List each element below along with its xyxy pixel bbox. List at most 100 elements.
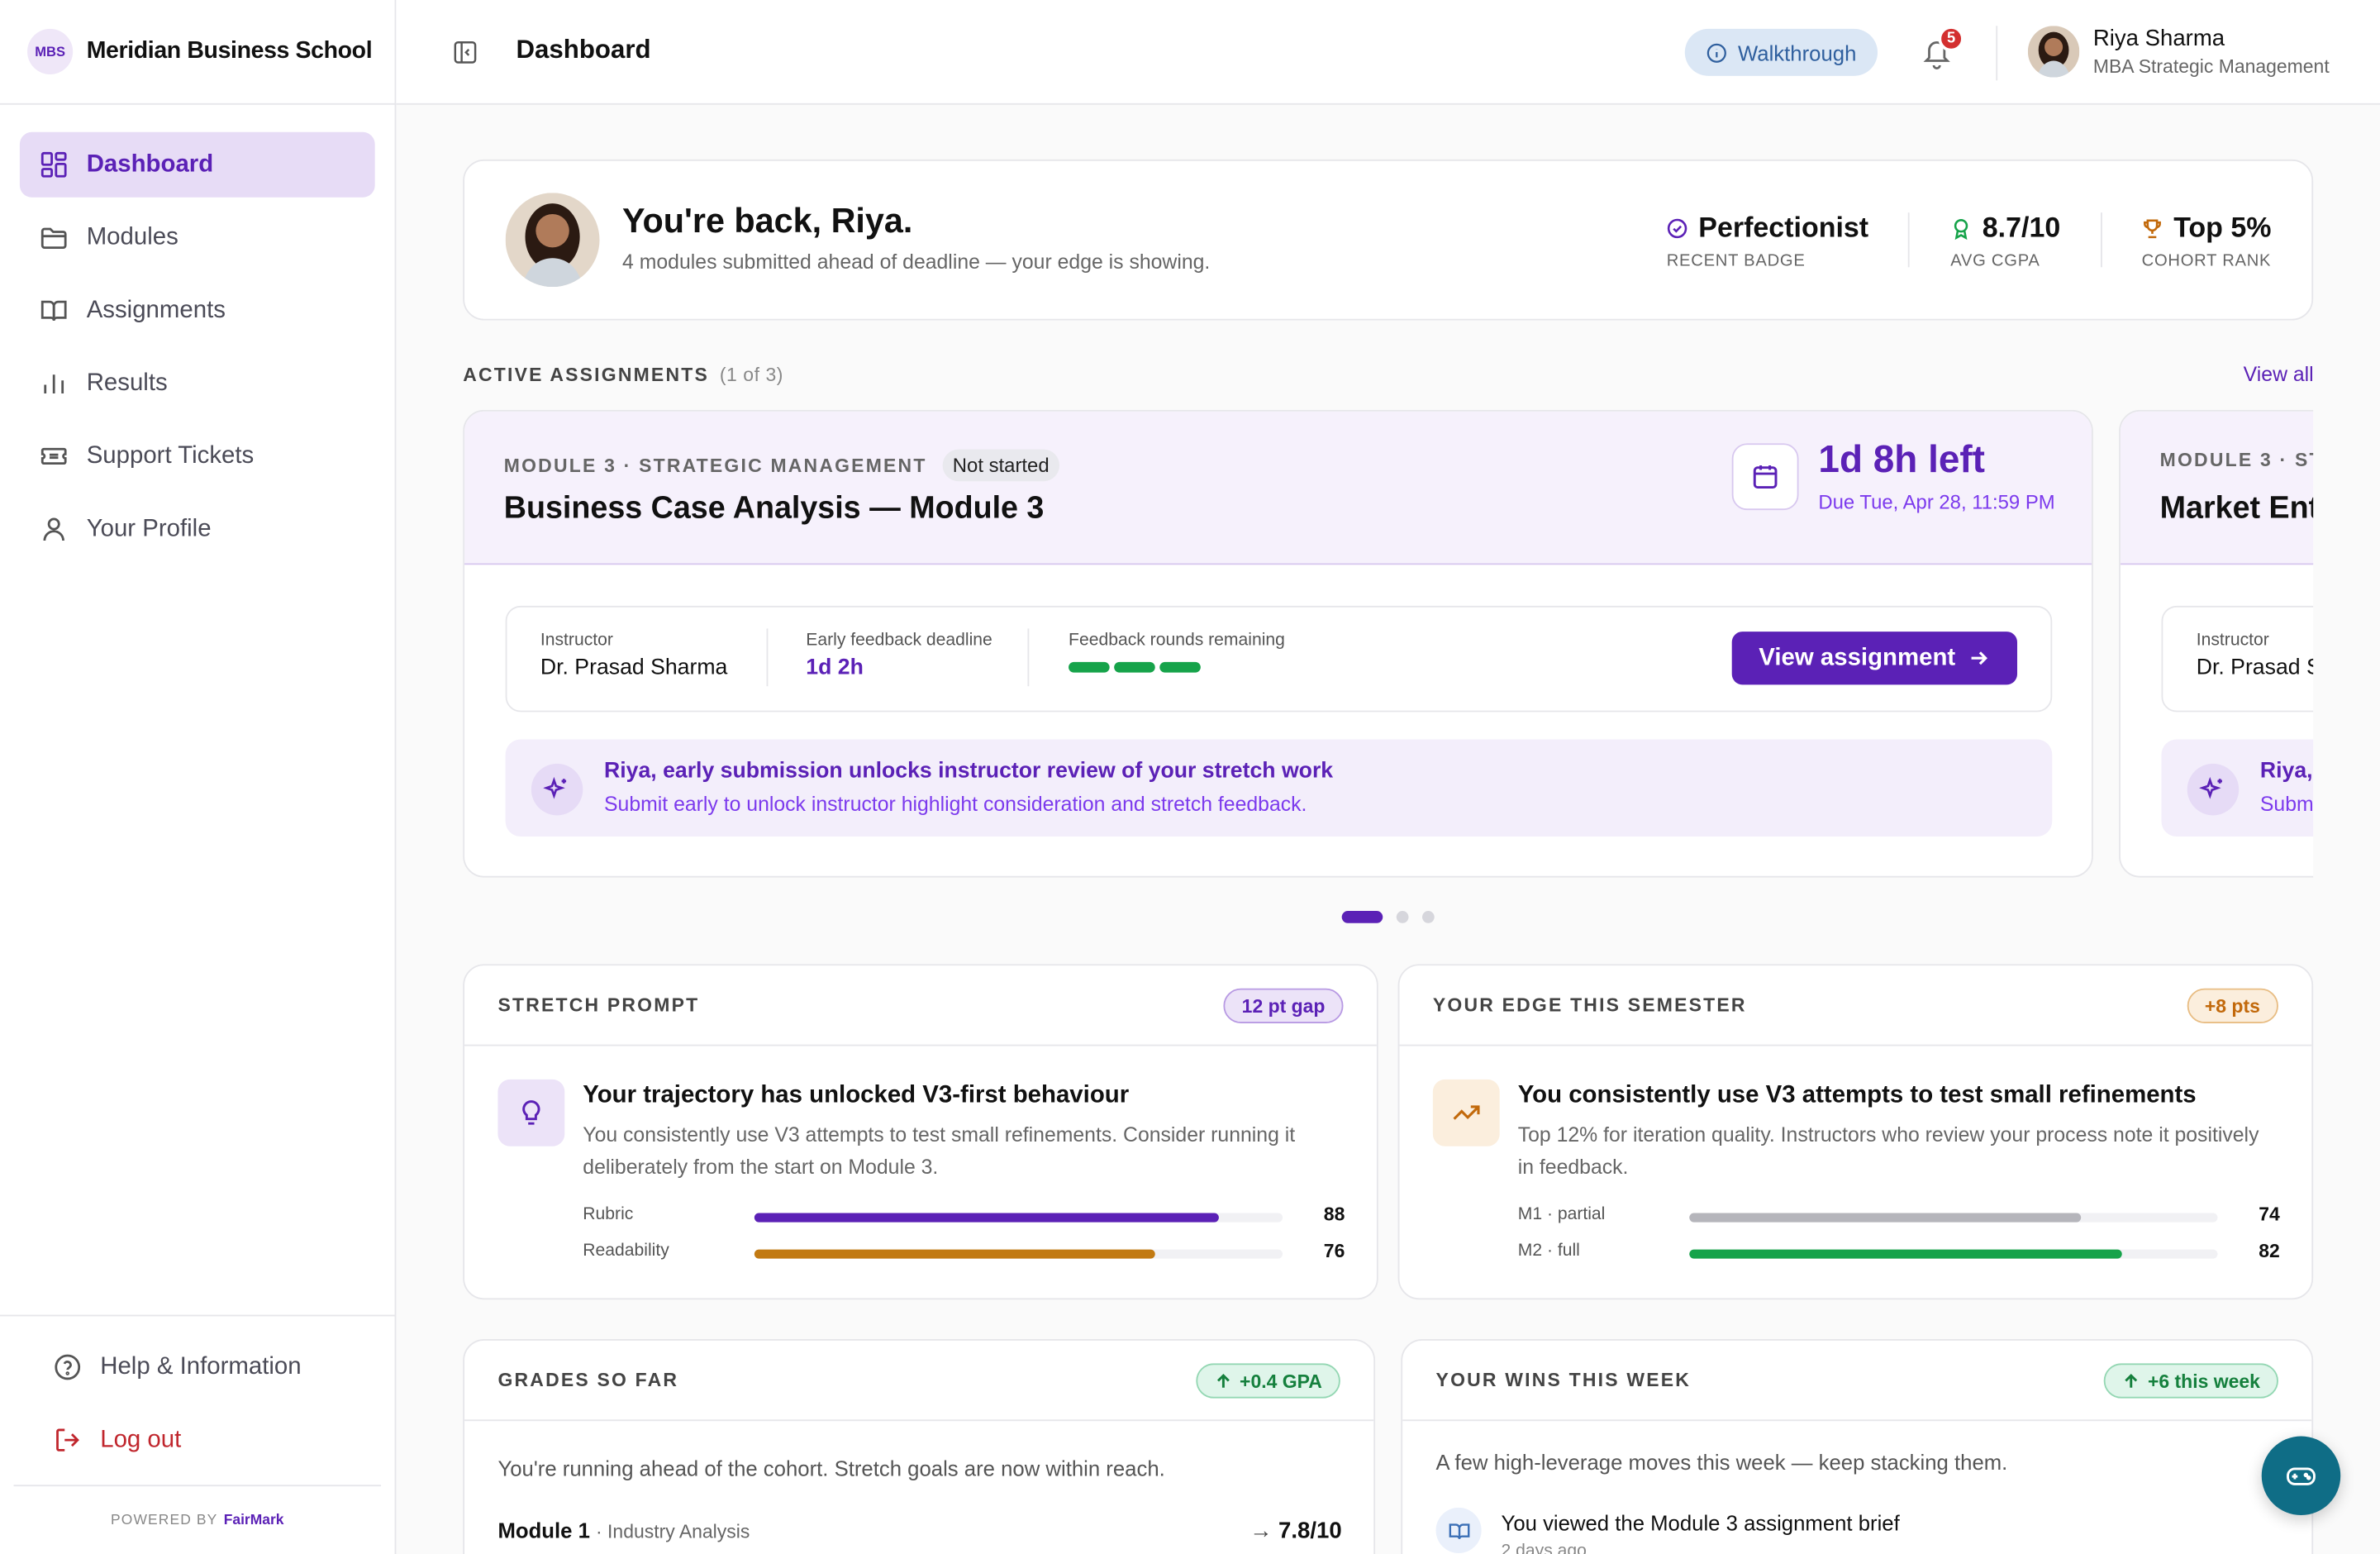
edge-panel: YOUR EDGE THIS SEMESTER +8 pts You consi… <box>1397 964 2314 1300</box>
arrow-right-icon <box>1972 651 1988 665</box>
info-icon <box>1706 42 1726 62</box>
sidebar-item-label: Support Tickets <box>86 442 255 469</box>
gpa-badge: +0.4 GPA <box>1195 1363 1340 1399</box>
sidebar-item-support-tickets[interactable]: Support Tickets <box>20 423 375 489</box>
panel-title: STRETCH PROMPT <box>497 994 700 1016</box>
assignment-module: MODULE 3 · STRATEGIC MANAGEMENT <box>503 455 927 476</box>
feedback-round-pip <box>1159 661 1201 673</box>
sidebar-item-your-profile[interactable]: Your Profile <box>20 497 375 562</box>
stat-avg-cgpa: 8.7/10 AVG CGPA <box>1950 211 2060 270</box>
assignment-carousel: MODULE 3 · STRATEGIC MANAGEMENT Not star… <box>463 409 2314 880</box>
bar-value: 82 <box>2259 1240 2280 1262</box>
powered-by-brand: FairMark <box>223 1512 284 1529</box>
panel-title: YOUR WINS THIS WEEK <box>1435 1369 1692 1391</box>
gap-badge: 12 pt gap <box>1223 988 1344 1023</box>
grade-score-value: 7.8/10 <box>1278 1518 1342 1544</box>
instructor-info: Instructor Dr. Prasad S <box>2197 632 2313 680</box>
sidebar-item-label: Assignments <box>86 297 226 323</box>
user-program: MBA Strategic Management <box>2092 55 2330 78</box>
tip-body: Submit early to unlock instructor highli… <box>604 792 1307 816</box>
bar-m1: M1 · partial 74 <box>1517 1204 2280 1227</box>
early-feedback-info: Early feedback deadline 1d 2h <box>806 632 992 680</box>
grade-row[interactable]: Module 1 · Industry Analysis → 7.8/10 <box>497 1518 1342 1544</box>
sparkle-icon <box>531 763 583 816</box>
carousel-dot[interactable] <box>1396 911 1409 923</box>
divider <box>1027 628 1030 687</box>
carousel-dot[interactable] <box>1341 911 1383 923</box>
feedback-rounds-indicator <box>1069 661 1285 673</box>
stat-value: Perfectionist <box>1698 211 1869 243</box>
user-icon <box>43 517 64 541</box>
panel-header: YOUR EDGE THIS SEMESTER +8 pts <box>1399 965 2312 1046</box>
bar-rubric: Rubric 88 <box>583 1204 1345 1227</box>
powered-by: POWERED BY FairMark <box>13 1485 382 1554</box>
bar-value: 76 <box>1323 1240 1345 1262</box>
powered-by-label: POWERED BY <box>111 1512 218 1529</box>
sidebar-item-assignments[interactable]: Assignments <box>20 278 375 343</box>
bar-label: M2 · full <box>1517 1242 1580 1261</box>
panel-title: YOUR EDGE THIS SEMESTER <box>1432 994 1747 1016</box>
folder-icon <box>40 227 67 250</box>
panel-header: STRETCH PROMPT 12 pt gap <box>464 965 1377 1046</box>
help-link[interactable]: Help & Information <box>14 1334 381 1399</box>
sidebar-item-results[interactable]: Results <box>20 350 375 416</box>
early-feedback-value: 1d 2h <box>806 655 864 680</box>
bar-fill <box>754 1213 1220 1223</box>
carousel-dot[interactable] <box>1422 911 1435 923</box>
grade-score: → 7.8/10 <box>1250 1518 1342 1544</box>
sidebar-item-dashboard[interactable]: Dashboard <box>19 131 375 198</box>
welcome-card: You're back, Riya. 4 modules submitted a… <box>463 159 2314 321</box>
win-title: You viewed the Module 3 assignment brief <box>1501 1510 1900 1535</box>
calendar-icon <box>1731 443 1799 511</box>
sidebar-item-modules[interactable]: Modules <box>20 205 375 270</box>
stat-label: COHORT RANK <box>2141 251 2272 270</box>
bar-fill <box>1689 1213 2081 1223</box>
check-badge-icon <box>1667 217 1687 238</box>
win-time: 2 days ago <box>1501 1542 1587 1554</box>
panel-title: GRADES SO FAR <box>497 1369 679 1391</box>
tip-title: Riya, <box>2259 759 2313 784</box>
assignment-card[interactable]: MODULE 3 · STRA Market Ent Instructor Dr… <box>2119 409 2314 878</box>
divider <box>766 628 769 687</box>
dashboard-icon <box>40 151 67 178</box>
user-name: Riya Sharma <box>2092 26 2225 52</box>
walkthrough-button[interactable]: Walkthrough <box>1684 28 1878 76</box>
time-left: 1d 8h left <box>1818 438 1985 482</box>
arrow-up-icon <box>1216 1373 1230 1387</box>
assignments-heading-label: ACTIVE ASSIGNMENTS <box>463 364 709 386</box>
book-open-icon <box>1435 1507 1482 1553</box>
sparkle-icon <box>2187 763 2240 816</box>
view-assignment-button[interactable]: View assignment <box>1731 632 2018 685</box>
logout-button[interactable]: Log out <box>14 1408 381 1473</box>
bar-label: M1 · partial <box>1517 1205 1606 1224</box>
stretch-title: Your trajectory has unlocked V3-first be… <box>583 1082 1130 1108</box>
bar-chart-icon <box>44 374 64 393</box>
sidebar-item-label: Your Profile <box>86 515 212 541</box>
notification-badge: 5 <box>1938 26 1964 52</box>
wins-panel: YOUR WINS THIS WEEK +6 this week A few h… <box>1401 1338 2314 1554</box>
bar-track <box>754 1213 1283 1223</box>
grades-summary: You're running ahead of the cohort. Stre… <box>497 1456 1165 1480</box>
user-avatar[interactable] <box>2027 26 2080 78</box>
bar-label: Readability <box>583 1242 669 1261</box>
gamepad-fab-button[interactable] <box>2261 1436 2341 1516</box>
assignment-tip: Riya, early submission unlocks instructo… <box>505 739 2053 837</box>
assignment-card[interactable]: MODULE 3 · STRATEGIC MANAGEMENT Not star… <box>463 409 2093 878</box>
assignments-count: (1 of 3) <box>719 364 783 386</box>
stat-value: 8.7/10 <box>1982 211 2061 243</box>
assignment-card-header: MODULE 3 · STRATEGIC MANAGEMENT Not star… <box>464 411 2092 565</box>
instructor-label: Instructor <box>540 632 613 651</box>
feedback-rounds-info: Feedback rounds remaining <box>1069 632 1285 673</box>
view-all-link[interactable]: View all <box>2244 363 2314 386</box>
bar-label: Rubric <box>583 1205 634 1224</box>
sidebar-toggle-icon[interactable] <box>452 40 478 65</box>
assignment-tip: Riya, Submi <box>2161 739 2314 837</box>
assignments-heading: ACTIVE ASSIGNMENTS (1 of 3) <box>463 365 783 386</box>
logout-icon <box>56 1428 79 1452</box>
book-icon <box>40 300 67 322</box>
assignment-title: Business Case Analysis — Module 3 <box>503 490 1045 526</box>
help-label: Help & Information <box>100 1353 302 1380</box>
assignment-info: Instructor Dr. Prasad S <box>2161 605 2314 713</box>
sidebar-item-label: Dashboard <box>86 150 214 177</box>
sidebar-item-label: Modules <box>86 223 178 250</box>
